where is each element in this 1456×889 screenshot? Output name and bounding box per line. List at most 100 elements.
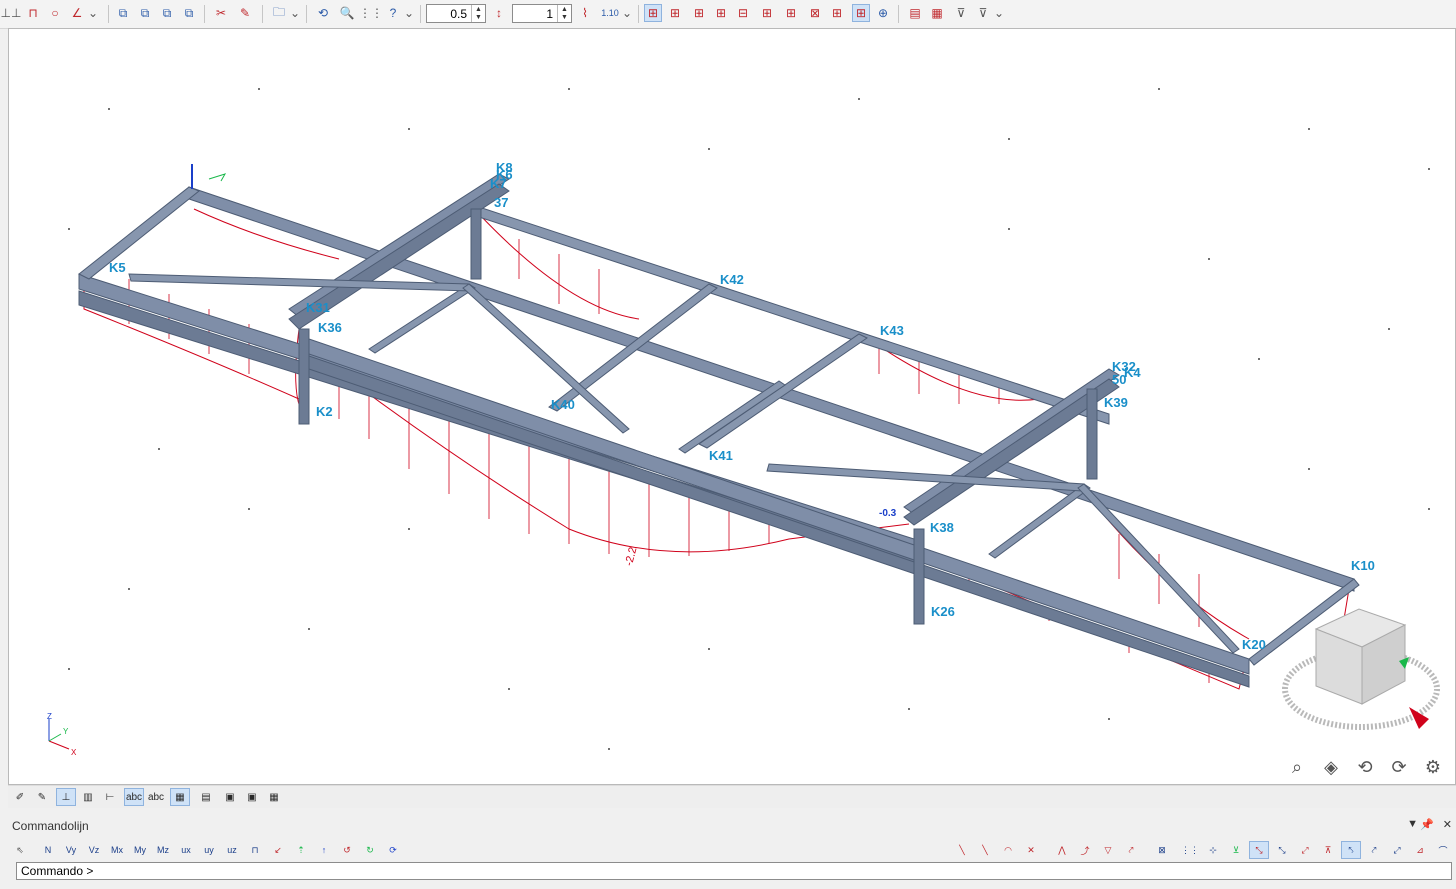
- pin-icon[interactable]: ▼: [1407, 818, 1418, 830]
- arc-icon[interactable]: ◠: [998, 841, 1018, 859]
- moment-mx-button[interactable]: Mx: [107, 841, 127, 859]
- snap-icon[interactable]: ⊠: [1152, 841, 1172, 859]
- displacement-uy-button[interactable]: uy: [199, 841, 219, 859]
- result-icon[interactable]: ⊞: [782, 4, 800, 22]
- zoom-icon[interactable]: 🔍: [338, 4, 356, 22]
- export-icon[interactable]: ▦: [928, 4, 946, 22]
- circle-icon[interactable]: ○: [46, 4, 64, 22]
- frame-icon[interactable]: ⊓: [245, 841, 265, 859]
- spinner-arrows-icon[interactable]: ▲ ▼: [471, 5, 485, 22]
- arrow-up-icon[interactable]: ↑: [314, 841, 334, 859]
- factor-label[interactable]: 1.10: [598, 4, 622, 22]
- model-viewport[interactable]: K8 K6 K7 37 K42 K43 K32 K4 50 K39 K31 K3…: [8, 28, 1456, 785]
- dropdown-icon[interactable]: ⌄: [622, 4, 632, 22]
- dropdown-icon[interactable]: ⌄: [88, 4, 98, 22]
- arrow-up-icon[interactable]: ⇡: [291, 841, 311, 859]
- grid-icon[interactable]: ▦: [264, 788, 284, 806]
- chart-icon[interactable]: ▥: [78, 788, 98, 806]
- scissors-icon[interactable]: ✂: [212, 4, 230, 22]
- support-icon[interactable]: ⊥: [56, 788, 76, 806]
- polyline-icon[interactable]: ⋀: [1052, 841, 1072, 859]
- frame-icon[interactable]: ⊓: [24, 4, 42, 22]
- arrow-icon[interactable]: ↙: [268, 841, 288, 859]
- dropdown-icon[interactable]: ⌄: [290, 4, 300, 22]
- force-vy-button[interactable]: Vy: [61, 841, 81, 859]
- line-icon[interactable]: ╲: [975, 841, 995, 859]
- eraser-icon[interactable]: ✐: [10, 788, 30, 806]
- displacement-ux-button[interactable]: ux: [176, 841, 196, 859]
- rotation-icon[interactable]: ↻: [360, 841, 380, 859]
- node-icon[interactable]: ⊥⊥: [1, 4, 22, 22]
- result-icon[interactable]: ⊞: [644, 4, 662, 22]
- rotation-icon[interactable]: ↺: [337, 841, 357, 859]
- snap-icon[interactable]: ⤤: [1364, 841, 1384, 859]
- polyline-icon[interactable]: ⤤: [1121, 841, 1141, 859]
- snap-icon[interactable]: ⊿: [1410, 841, 1430, 859]
- snap-icon[interactable]: ⤢: [1295, 841, 1315, 859]
- cube-icon[interactable]: ◈: [1319, 755, 1343, 779]
- orbit-icon[interactable]: ⟲: [1353, 755, 1377, 779]
- snap-icon[interactable]: ⊻: [1226, 841, 1246, 859]
- polyline-icon[interactable]: ⤴: [1075, 841, 1095, 859]
- dropdown-icon[interactable]: ⌄: [404, 4, 414, 22]
- snap-icon[interactable]: ⊼: [1318, 841, 1338, 859]
- close-icon[interactable]: ✕: [1443, 818, 1452, 831]
- snap-icon[interactable]: ⊹: [1203, 841, 1223, 859]
- mesh-icon[interactable]: ▦: [170, 788, 190, 806]
- zoom-extents-icon[interactable]: ⌕: [1285, 755, 1309, 779]
- label-abc-icon[interactable]: abc: [146, 788, 166, 806]
- filter-icon[interactable]: ⊽: [952, 4, 970, 22]
- pan-icon[interactable]: ⟳: [1387, 755, 1411, 779]
- result-icon[interactable]: ⊞: [712, 4, 730, 22]
- snap-icon[interactable]: ⋮⋮: [1180, 841, 1200, 859]
- spinner-arrows-icon[interactable]: ▲ ▼: [557, 5, 571, 22]
- local-axis-icon[interactable]: ⊢: [100, 788, 120, 806]
- command-input[interactable]: Commando >: [16, 862, 1452, 880]
- result-icon[interactable]: ⊞: [828, 4, 846, 22]
- snap-icon[interactable]: ⤣: [1341, 841, 1361, 859]
- force-n-button[interactable]: N: [38, 841, 58, 859]
- rotate-icon[interactable]: ⟲: [314, 4, 332, 22]
- delete-icon[interactable]: ✕: [1021, 841, 1041, 859]
- copy-icon[interactable]: ⧉: [158, 4, 176, 22]
- displacement-uz-button[interactable]: uz: [222, 841, 242, 859]
- snap-icon[interactable]: ⤢: [1387, 841, 1407, 859]
- moment-my-button[interactable]: My: [130, 841, 150, 859]
- folder-icon[interactable]: 🗀: [270, 4, 288, 22]
- settings-icon[interactable]: ⚙: [1421, 755, 1445, 779]
- result-icon[interactable]: ⊞: [666, 4, 684, 22]
- table-icon[interactable]: ▤: [196, 788, 216, 806]
- help-icon[interactable]: ?: [384, 4, 402, 22]
- table-icon[interactable]: ▣: [242, 788, 262, 806]
- result-icon[interactable]: ⊞: [852, 4, 870, 22]
- snap-icon[interactable]: ⤡: [1272, 841, 1292, 859]
- diagram-icon[interactable]: ⌇: [576, 4, 594, 22]
- polyline-icon[interactable]: ▽: [1098, 841, 1118, 859]
- result-icon[interactable]: ⊞: [758, 4, 776, 22]
- view-cube[interactable]: [1282, 608, 1440, 730]
- pin-icon[interactable]: 📌: [1420, 818, 1434, 831]
- label-abc-icon[interactable]: abc: [124, 788, 144, 806]
- result-icon[interactable]: ⊞: [690, 4, 708, 22]
- force-vz-button[interactable]: Vz: [84, 841, 104, 859]
- line-icon[interactable]: ╲: [952, 841, 972, 859]
- dropdown-icon[interactable]: ⌄: [994, 4, 1004, 22]
- select-icon[interactable]: ⇖: [10, 841, 30, 859]
- factor-spinner[interactable]: 1 ▲ ▼: [512, 4, 572, 23]
- pencil-icon[interactable]: ✎: [236, 4, 254, 22]
- result-icon[interactable]: ⊟: [734, 4, 752, 22]
- filter-icon[interactable]: ⊽: [974, 4, 992, 22]
- copy-icon[interactable]: ⧉: [136, 4, 154, 22]
- snap-icon[interactable]: ⌒: [1433, 841, 1453, 859]
- report-icon[interactable]: ▤: [906, 4, 924, 22]
- snap-icon[interactable]: ⤡: [1249, 841, 1269, 859]
- target-icon[interactable]: ⊕: [874, 4, 892, 22]
- angle-icon[interactable]: ∠: [68, 4, 86, 22]
- copy-icon[interactable]: ⧉: [180, 4, 198, 22]
- copy-icon[interactable]: ⧉: [114, 4, 132, 22]
- scale-icon[interactable]: ↕: [490, 4, 508, 22]
- grid-icon[interactable]: ⋮⋮: [359, 4, 383, 22]
- pencil-icon[interactable]: ✎: [32, 788, 52, 806]
- table-icon[interactable]: ▣: [220, 788, 240, 806]
- result-icon[interactable]: ⊠: [806, 4, 824, 22]
